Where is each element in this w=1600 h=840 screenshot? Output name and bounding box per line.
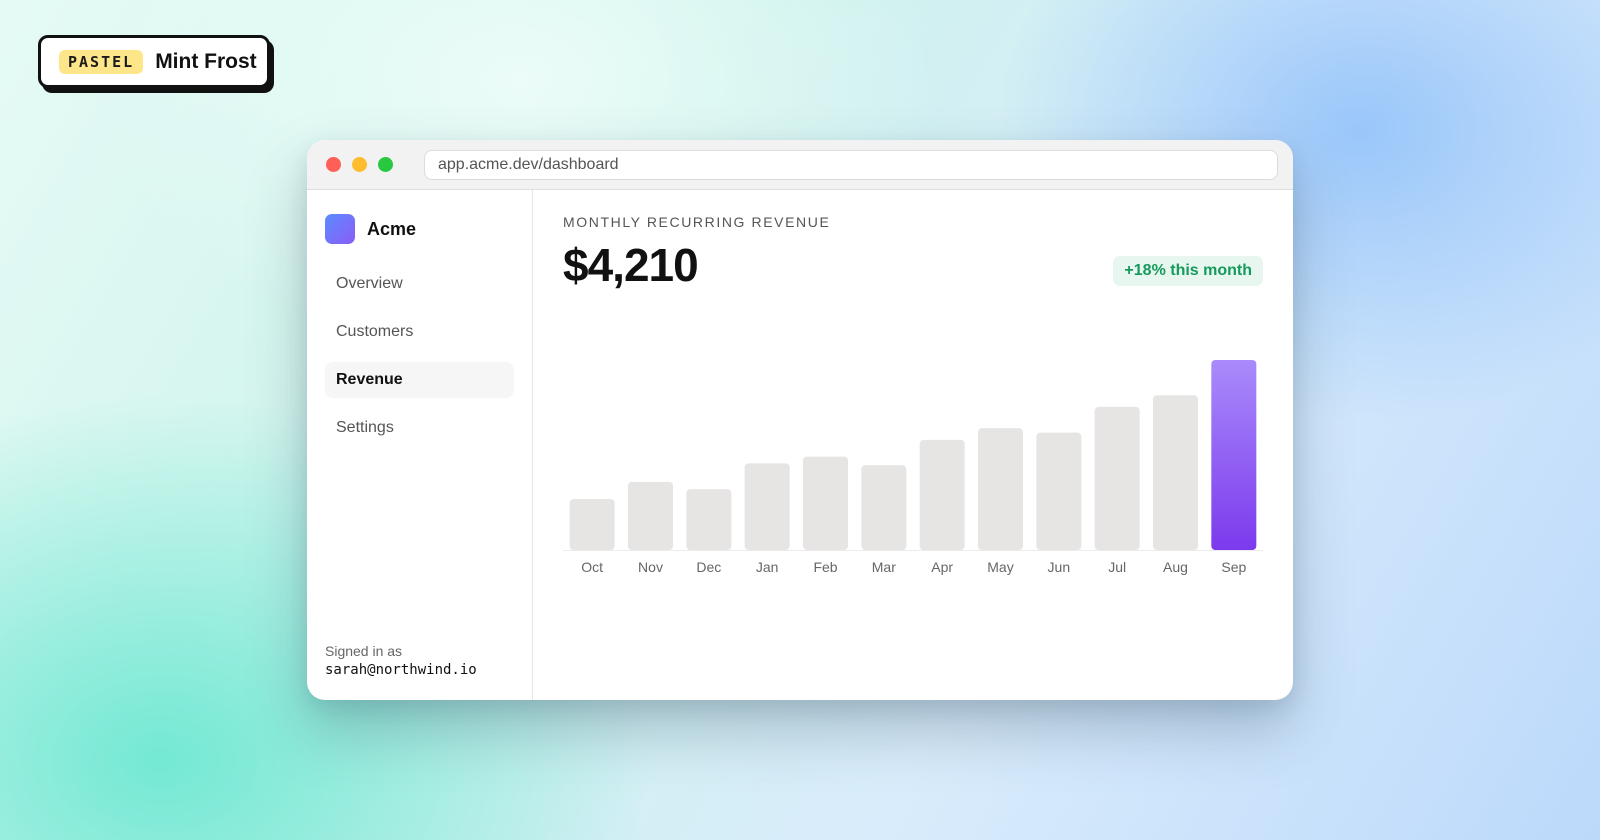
x-tick-apr: Apr: [931, 559, 953, 575]
bar-nov[interactable]: [628, 481, 673, 550]
bar-sep[interactable]: [1211, 360, 1257, 550]
theme-badge: PASTEL Mint Frost: [38, 35, 270, 88]
x-tick-sep: Sep: [1221, 559, 1246, 575]
bar-jun[interactable]: [1036, 432, 1082, 550]
bar-mar[interactable]: [861, 465, 907, 550]
acme-logo-icon: [325, 214, 355, 244]
sidebar-item-overview[interactable]: Overview: [325, 266, 514, 302]
bar-jan[interactable]: [744, 463, 790, 550]
x-tick-mar: Mar: [872, 559, 896, 575]
bar-dec[interactable]: [686, 489, 732, 550]
bar-aug[interactable]: [1153, 395, 1198, 550]
bar-may[interactable]: [978, 428, 1023, 550]
theme-name: Mint Frost: [155, 49, 257, 73]
sidebar-nav: Overview Customers Revenue Settings: [325, 266, 514, 446]
x-tick-oct: Oct: [581, 559, 603, 575]
x-tick-dec: Dec: [696, 559, 721, 575]
signed-in-info: Signed in as sarah@northwind.io: [325, 643, 477, 678]
close-window-button[interactable]: [326, 157, 341, 172]
x-tick-jul: Jul: [1108, 559, 1126, 575]
app-body: Acme Overview Customers Revenue Settings…: [307, 190, 1293, 700]
delta-badge: +18% this month: [1113, 256, 1263, 286]
revenue-bar-chart: Oct Nov Dec Jan Feb Mar Apr May Jun Jul Aug Sep: [563, 360, 1263, 575]
address-bar[interactable]: app.acme.dev/dashboard: [424, 149, 1278, 180]
x-tick-feb: Feb: [813, 559, 837, 575]
bar-feb[interactable]: [803, 456, 848, 550]
kpi-label: MONTHLY RECURRING REVENUE: [563, 214, 831, 230]
browser-window: app.acme.dev/dashboard Acme Overview Cus…: [307, 140, 1293, 700]
browser-titlebar: app.acme.dev/dashboard: [307, 140, 1293, 190]
minimize-window-button[interactable]: [352, 157, 367, 172]
x-tick-aug: Aug: [1163, 559, 1188, 575]
bar-apr[interactable]: [919, 439, 965, 550]
sidebar-item-settings[interactable]: Settings: [325, 410, 514, 446]
theme-tag: PASTEL: [59, 49, 144, 74]
brand-name: Acme: [367, 218, 417, 239]
signed-in-email: sarah@northwind.io: [325, 662, 477, 678]
brand: Acme: [325, 214, 514, 244]
signed-in-label: Signed in as: [325, 643, 403, 659]
x-tick-nov: Nov: [638, 559, 663, 575]
x-tick-may: May: [987, 559, 1013, 575]
bar-jul[interactable]: [1094, 406, 1140, 550]
maximize-window-button[interactable]: [378, 157, 393, 172]
sidebar: Acme Overview Customers Revenue Settings…: [307, 190, 533, 700]
sidebar-item-customers[interactable]: Customers: [325, 314, 514, 350]
bar-oct[interactable]: [569, 499, 615, 550]
sidebar-item-revenue[interactable]: Revenue: [325, 362, 514, 398]
x-tick-jun: Jun: [1048, 559, 1071, 575]
x-tick-jan: Jan: [756, 559, 779, 575]
main-content: MONTHLY RECURRING REVENUE $4,210 +18% th…: [533, 190, 1293, 700]
